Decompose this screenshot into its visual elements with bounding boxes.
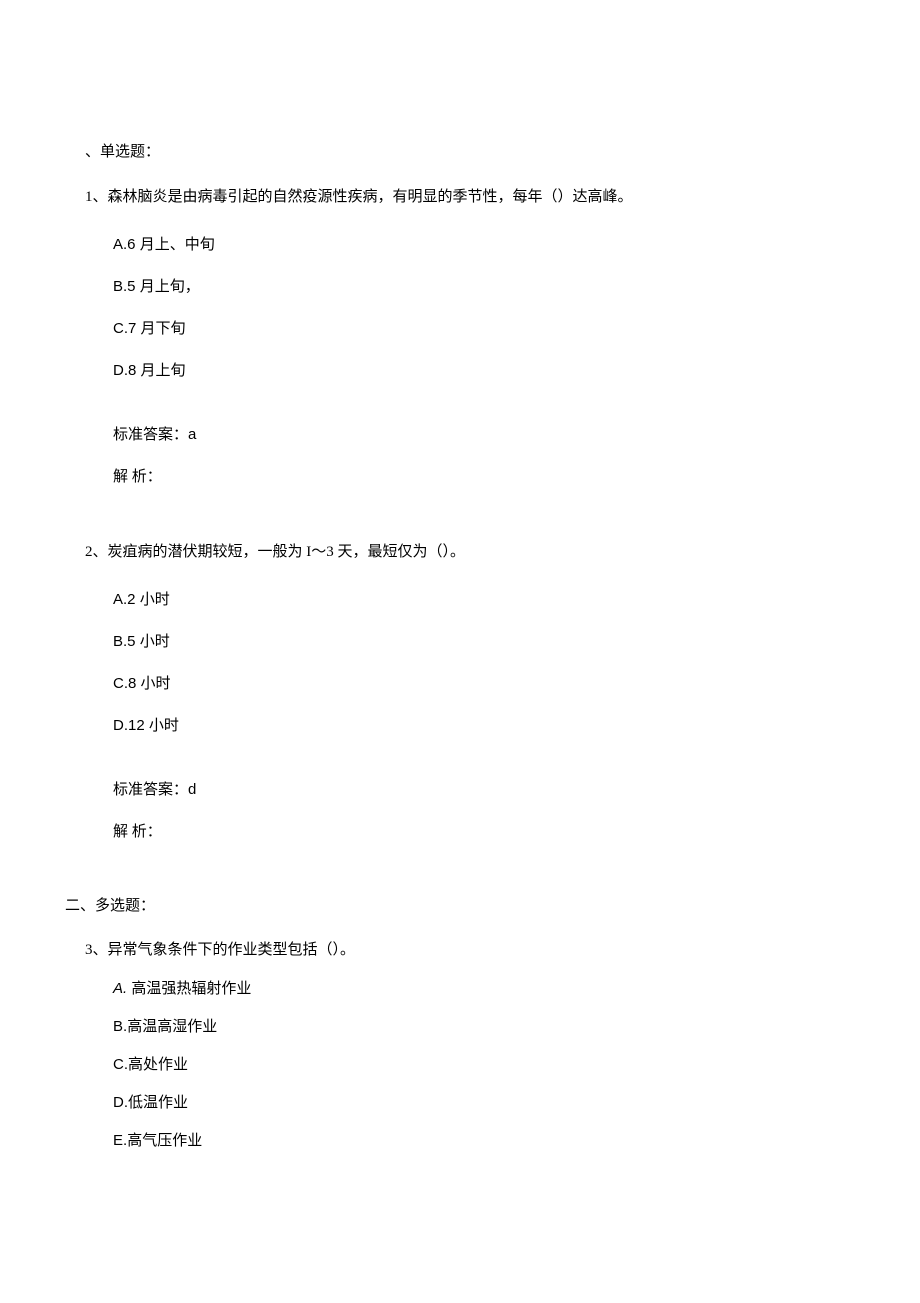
q2-text: 2、炭疽病的潜伏期较短，一般为 I〜3 天，最短仅为（）。 xyxy=(85,539,835,566)
q3-optD-text: 低温作业 xyxy=(128,1095,188,1111)
q3-optB-prefix: B. xyxy=(113,1018,127,1035)
q1-option-b: B.5 月上旬， xyxy=(113,275,835,299)
q3-optB-text: 高温高湿作业 xyxy=(127,1019,217,1035)
q1-optB-prefix: B.5 xyxy=(113,278,140,295)
question-2: 2、炭疽病的潜伏期较短，一般为 I〜3 天，最短仅为（）。 A.2 小时 B.5… xyxy=(85,539,835,844)
q3-optE-text: 高气压作业 xyxy=(127,1133,202,1149)
q3-optD-prefix: D. xyxy=(113,1094,128,1111)
q3-optC-prefix: C. xyxy=(113,1056,128,1073)
q1-analysis: 解 析： xyxy=(113,465,835,489)
q1-optD-text: 月上旬 xyxy=(141,363,186,379)
q2-answer-value: d xyxy=(188,781,196,798)
q1-optB-text: 月上旬， xyxy=(140,279,200,295)
q2-optB-prefix: B.5 xyxy=(113,633,140,650)
q3-option-d: D.低温作业 xyxy=(113,1091,835,1115)
q2-option-b: B.5 小时 xyxy=(113,630,835,654)
q2-option-c: C.8 小时 xyxy=(113,672,835,696)
q3-option-b: B.高温高湿作业 xyxy=(113,1015,835,1039)
q2-answer: 标准答案：d xyxy=(113,778,835,802)
q1-answer: 标准答案：a xyxy=(113,423,835,447)
q2-text-p2: 天，最短仅为（）。 xyxy=(338,544,466,560)
question-3: 3、异常气象条件下的作业类型包括（）。 A. 高温强热辐射作业 B.高温高湿作业… xyxy=(85,938,835,1153)
q1-option-a: A.6 月上、中旬 xyxy=(113,233,835,257)
q1-option-c: C.7 月下旬 xyxy=(113,317,835,341)
q3-optC-text: 高处作业 xyxy=(128,1057,188,1073)
q3-option-e: E.高气压作业 xyxy=(113,1129,835,1153)
q1-answer-value: a xyxy=(188,426,196,443)
q3-optA-prefix: A. xyxy=(113,980,131,997)
section-2-header: 二、多选题： xyxy=(65,894,835,918)
q2-optD-text: 小时 xyxy=(149,718,179,734)
q3-option-c: C.高处作业 xyxy=(113,1053,835,1077)
section-1-header: 、单选题： xyxy=(85,140,835,164)
q1-optC-text: 月下旬 xyxy=(141,321,186,337)
q1-optA-text: 月上、中旬 xyxy=(140,237,215,253)
q2-optB-text: 小时 xyxy=(140,634,170,650)
q3-optA-text: 高温强热辐射作业 xyxy=(131,981,251,997)
q2-optA-prefix: A.2 xyxy=(113,591,140,608)
q3-text: 3、异常气象条件下的作业类型包括（）。 xyxy=(85,938,835,962)
q2-analysis: 解 析： xyxy=(113,820,835,844)
q2-optC-prefix: C.8 xyxy=(113,675,141,692)
q1-answer-block: 标准答案：a 解 析： xyxy=(113,423,835,489)
section-2-header-text: 二、多选题： xyxy=(65,898,155,914)
q2-answer-block: 标准答案：d 解 析： xyxy=(113,778,835,844)
q2-option-d: D.12 小时 xyxy=(113,714,835,738)
q2-optD-prefix: D.12 xyxy=(113,717,149,734)
section-1-header-text: 、单选题： xyxy=(85,144,160,160)
q1-optD-prefix: D.8 xyxy=(113,362,141,379)
q2-option-a: A.2 小时 xyxy=(113,588,835,612)
q1-optA-prefix: A.6 xyxy=(113,236,140,253)
q2-optA-text: 小时 xyxy=(140,592,170,608)
q2-text-p1: 2、炭疽病的潜伏期较短，一般为 xyxy=(85,544,306,560)
q1-answer-label: 标准答案： xyxy=(113,427,188,443)
question-1: 1、森林脑炎是由病毒引起的自然疫源性疾病，有明显的季节性，每年（）达高峰。 A.… xyxy=(85,184,835,489)
q3-option-a: A. 高温强热辐射作业 xyxy=(113,977,835,1001)
q1-optC-prefix: C.7 xyxy=(113,320,141,337)
q1-option-d: D.8 月上旬 xyxy=(113,359,835,383)
q2-optC-text: 小时 xyxy=(141,676,171,692)
q2-answer-label: 标准答案： xyxy=(113,782,188,798)
q1-text: 1、森林脑炎是由病毒引起的自然疫源性疾病，有明显的季节性，每年（）达高峰。 xyxy=(85,184,835,211)
q3-optE-prefix: E. xyxy=(113,1132,127,1149)
q2-text-latin: I〜3 xyxy=(306,544,337,560)
